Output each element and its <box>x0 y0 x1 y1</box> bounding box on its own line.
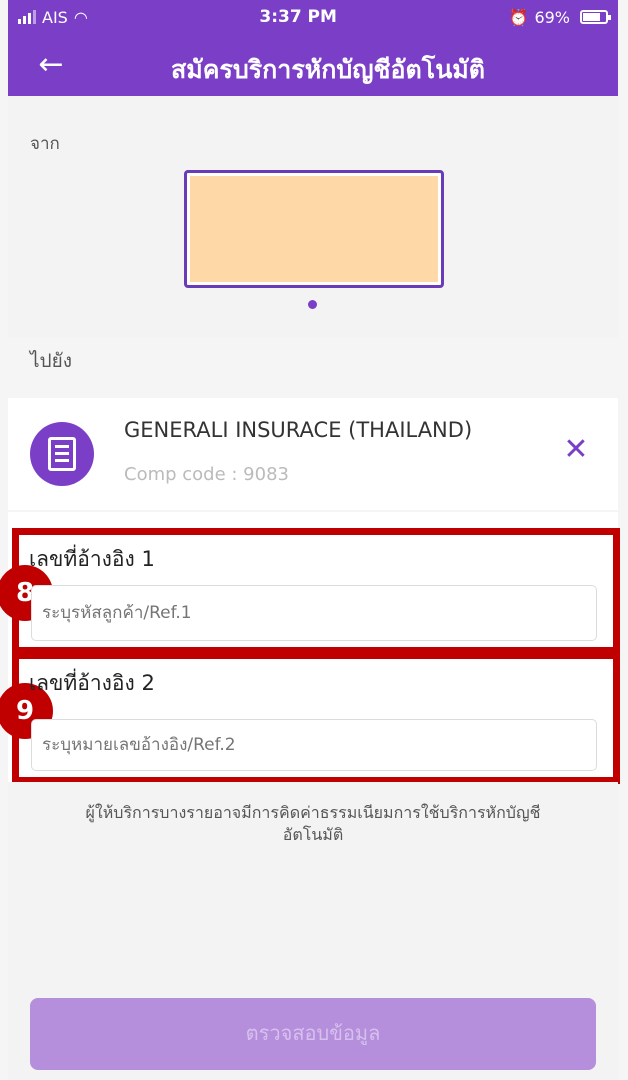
status-left: AIS ◠ <box>18 8 88 27</box>
source-account-card[interactable] <box>184 170 444 288</box>
reference-2-input[interactable] <box>31 719 597 771</box>
from-label: จาก <box>30 134 60 154</box>
carousel-indicator <box>308 300 317 309</box>
reference-1-label: เลขที่อ้างอิง 1 <box>29 547 155 571</box>
reference-1-block: 8 เลขที่อ้างอิง 1 <box>0 528 620 654</box>
document-icon <box>48 437 76 471</box>
page-title: สมัครบริการหักบัญชีอัตโนมัติ <box>170 55 486 84</box>
fee-notice-text: ผู้ให้บริการบางรายอาจมีการคิดค่าธรรมเนีย… <box>85 803 541 844</box>
app-header: AIS ◠ 3:37 PM ⏰ 69% ← สมัครบริการหักบัญช… <box>8 0 618 96</box>
reference-1-input[interactable] <box>31 585 597 641</box>
biller-code: Comp code : 9083 <box>124 464 289 485</box>
battery-icon <box>580 10 611 24</box>
account-card-content <box>190 176 438 282</box>
biller-avatar <box>30 422 94 486</box>
wifi-icon: ◠ <box>73 7 88 27</box>
battery-percent: 69% <box>534 7 570 27</box>
fee-notice: ผู้ให้บริการบางรายอาจมีการคิดค่าธรรมเนีย… <box>8 782 618 872</box>
reference-2-block: 9 เลขที่อ้างอิง 2 <box>0 652 620 784</box>
signal-icon <box>18 10 36 24</box>
status-bar: AIS ◠ 3:37 PM ⏰ 69% <box>8 0 618 34</box>
from-section: จาก <box>8 96 618 338</box>
screen: AIS ◠ 3:37 PM ⏰ 69% ← สมัครบริการหักบัญช… <box>0 0 628 1080</box>
reference-2-label: เลขที่อ้างอิง 2 <box>29 671 155 695</box>
biller-row: GENERALI INSURACE (THAILAND) Comp code :… <box>8 398 618 510</box>
status-time: 3:37 PM <box>259 7 337 27</box>
title-bar: ← สมัครบริการหักบัญชีอัตโนมัติ <box>8 34 618 96</box>
carrier-name: AIS <box>42 7 68 27</box>
biller-name: GENERALI INSURACE (THAILAND) <box>124 418 473 442</box>
verify-button[interactable]: ตรวจสอบข้อมูล <box>30 998 596 1070</box>
reference-section: 8 เลขที่อ้างอิง 1 9 เลขที่อ้างอิง 2 <box>0 512 620 784</box>
close-icon[interactable]: ✕ <box>560 432 592 468</box>
status-right: ⏰ 69% <box>508 7 611 27</box>
alarm-icon: ⏰ <box>508 7 529 27</box>
to-label: ไปยัง <box>30 350 73 372</box>
